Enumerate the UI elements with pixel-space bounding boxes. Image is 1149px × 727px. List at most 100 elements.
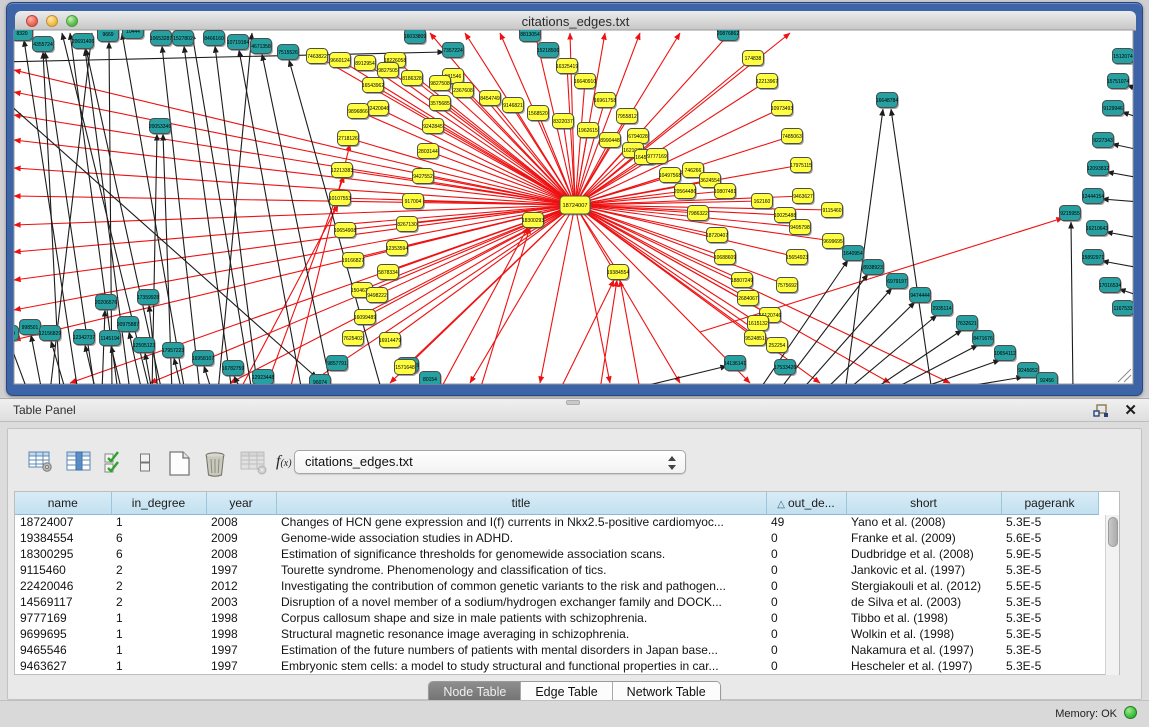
table-cell[interactable]: 2: [111, 562, 206, 578]
table-row[interactable]: 969969511998Structural magnetic resonanc…: [15, 626, 1098, 642]
table-row[interactable]: 946554611997Estimation of the future num…: [15, 642, 1098, 658]
table-cell[interactable]: 2009: [206, 530, 276, 546]
table-cell[interactable]: 1997: [206, 658, 276, 674]
table-select-dropdown[interactable]: citations_edges.txt: [294, 450, 686, 474]
table-cell[interactable]: Nakamura et al. (1997): [846, 642, 1001, 658]
table-cell[interactable]: 0: [766, 610, 846, 626]
graph-node[interactable]: [0, 326, 19, 341]
table-settings-icon[interactable]: [28, 451, 54, 473]
table-row[interactable]: 1938455462009Genome-wide association stu…: [15, 530, 1098, 546]
table-cell[interactable]: 5.3E-5: [1001, 594, 1098, 610]
table-cell[interactable]: Embryonic stem cells: a model to study s…: [276, 658, 766, 674]
table-cell[interactable]: Tibbo et al. (1998): [846, 610, 1001, 626]
table-cell[interactable]: Tourette syndrome. Phenomenology and cla…: [276, 562, 766, 578]
table-cell[interactable]: 5.3E-5: [1001, 626, 1098, 642]
table-cell[interactable]: 9777169: [15, 610, 111, 626]
column-header-name[interactable]: name: [15, 492, 111, 514]
table-cell[interactable]: 0: [766, 642, 846, 658]
table-cell[interactable]: Dudbridge et al. (2008): [846, 546, 1001, 562]
table-row[interactable]: 977716911998Corpus callosum shape and si…: [15, 610, 1098, 626]
table-cell[interactable]: 5.3E-5: [1001, 514, 1098, 530]
table-row[interactable]: 1830029562008Estimation of significance …: [15, 546, 1098, 562]
table-row[interactable]: 2242004622012Investigating the contribut…: [15, 578, 1098, 594]
table-cell[interactable]: Structural magnetic resonance image aver…: [276, 626, 766, 642]
table-cell[interactable]: 19384554: [15, 530, 111, 546]
row-height-icon[interactable]: [139, 451, 151, 474]
column-header-in_degree[interactable]: in_degree: [111, 492, 206, 514]
table-cell[interactable]: 1: [111, 610, 206, 626]
table-cell[interactable]: 0: [766, 658, 846, 674]
table-row[interactable]: 946362711997Embryonic stem cells: a mode…: [15, 658, 1098, 674]
memory-status-indicator[interactable]: [1124, 706, 1137, 719]
table-cell[interactable]: Wolkin et al. (1998): [846, 626, 1001, 642]
table-cell[interactable]: 22420046: [15, 578, 111, 594]
table-cell[interactable]: Genome-wide association studies in ADHD.: [276, 530, 766, 546]
table-cell[interactable]: 5.3E-5: [1001, 642, 1098, 658]
table-cell[interactable]: 18724007: [15, 514, 111, 530]
table-cell[interactable]: 0: [766, 578, 846, 594]
table-cell[interactable]: 1997: [206, 642, 276, 658]
table-cell[interactable]: 9465546: [15, 642, 111, 658]
table-cell[interactable]: 2012: [206, 578, 276, 594]
float-window-icon[interactable]: [1093, 404, 1109, 418]
table-cell[interactable]: 0: [766, 594, 846, 610]
table-cell[interactable]: 5.3E-5: [1001, 562, 1098, 578]
table-cell[interactable]: 5.3E-5: [1001, 610, 1098, 626]
table-cell[interactable]: 2008: [206, 514, 276, 530]
table-cell[interactable]: 6: [111, 546, 206, 562]
column-header-year[interactable]: year: [206, 492, 276, 514]
table-cell[interactable]: 2: [111, 594, 206, 610]
table-cell[interactable]: Corpus callosum shape and size in male p…: [276, 610, 766, 626]
table-cell[interactable]: de Silva et al. (2003): [846, 594, 1001, 610]
table-cell[interactable]: Changes of HCN gene expression and I(f) …: [276, 514, 766, 530]
new-table-icon[interactable]: [168, 451, 192, 476]
table-cell[interactable]: 5.3E-5: [1001, 658, 1098, 674]
table-cell[interactable]: 1: [111, 642, 206, 658]
table-cell[interactable]: Franke et al. (2009): [846, 530, 1001, 546]
network-graph-canvas[interactable]: 8320435572420691406966910444106532871527…: [0, 0, 1149, 397]
table-cell[interactable]: 5.9E-5: [1001, 546, 1098, 562]
table-cell[interactable]: 49: [766, 514, 846, 530]
table-cell[interactable]: 2003: [206, 594, 276, 610]
table-cell[interactable]: 1997: [206, 562, 276, 578]
column-header-out_degree[interactable]: △out_de...: [766, 492, 846, 514]
column-header-title[interactable]: title: [276, 492, 766, 514]
select-rows-icon[interactable]: [104, 451, 124, 474]
table-cell[interactable]: 9699695: [15, 626, 111, 642]
table-cell[interactable]: 1: [111, 514, 206, 530]
table-cell[interactable]: Hescheler et al. (1997): [846, 658, 1001, 674]
table-cell[interactable]: 14569117: [15, 594, 111, 610]
table-cell[interactable]: Estimation of significance thresholds fo…: [276, 546, 766, 562]
table-cell[interactable]: 18300295: [15, 546, 111, 562]
table-row[interactable]: 911546021997Tourette syndrome. Phenomeno…: [15, 562, 1098, 578]
table-cell[interactable]: 9115460: [15, 562, 111, 578]
table-cell[interactable]: 0: [766, 546, 846, 562]
table-cell[interactable]: 6: [111, 530, 206, 546]
table-cell[interactable]: 2008: [206, 546, 276, 562]
delete-table-icon[interactable]: [202, 451, 229, 477]
table-cell[interactable]: 1: [111, 658, 206, 674]
show-column-icon[interactable]: [66, 451, 92, 473]
function-builder-icon[interactable]: f(x): [276, 453, 292, 471]
table-cell[interactable]: 0: [766, 626, 846, 642]
table-cell[interactable]: 1998: [206, 626, 276, 642]
column-header-short[interactable]: short: [846, 492, 1001, 514]
table-cell[interactable]: Investigating the contribution of common…: [276, 578, 766, 594]
table-cell[interactable]: 1: [111, 626, 206, 642]
table-cell[interactable]: Jankovic et al. (1997): [846, 562, 1001, 578]
splitter-handle[interactable]: [566, 400, 580, 405]
table-cell[interactable]: 5.6E-5: [1001, 530, 1098, 546]
column-header-pagerank[interactable]: pagerank: [1001, 492, 1098, 514]
close-panel-icon[interactable]: ✕: [1124, 401, 1137, 419]
scrollbar-thumb[interactable]: [1108, 517, 1118, 547]
table-cell[interactable]: 0: [766, 562, 846, 578]
table-scrollbar[interactable]: [1105, 515, 1119, 675]
table-cell[interactable]: Yano et al. (2008): [846, 514, 1001, 530]
table-cell[interactable]: Estimation of the future numbers of pati…: [276, 642, 766, 658]
table-cell[interactable]: 1998: [206, 610, 276, 626]
table-cell[interactable]: 2: [111, 578, 206, 594]
table-row[interactable]: 1872400712008Changes of HCN gene express…: [15, 514, 1098, 530]
table-cell[interactable]: Disruption of a novel member of a sodium…: [276, 594, 766, 610]
table-cell[interactable]: 0: [766, 530, 846, 546]
table-row[interactable]: 1456911722003Disruption of a novel membe…: [15, 594, 1098, 610]
